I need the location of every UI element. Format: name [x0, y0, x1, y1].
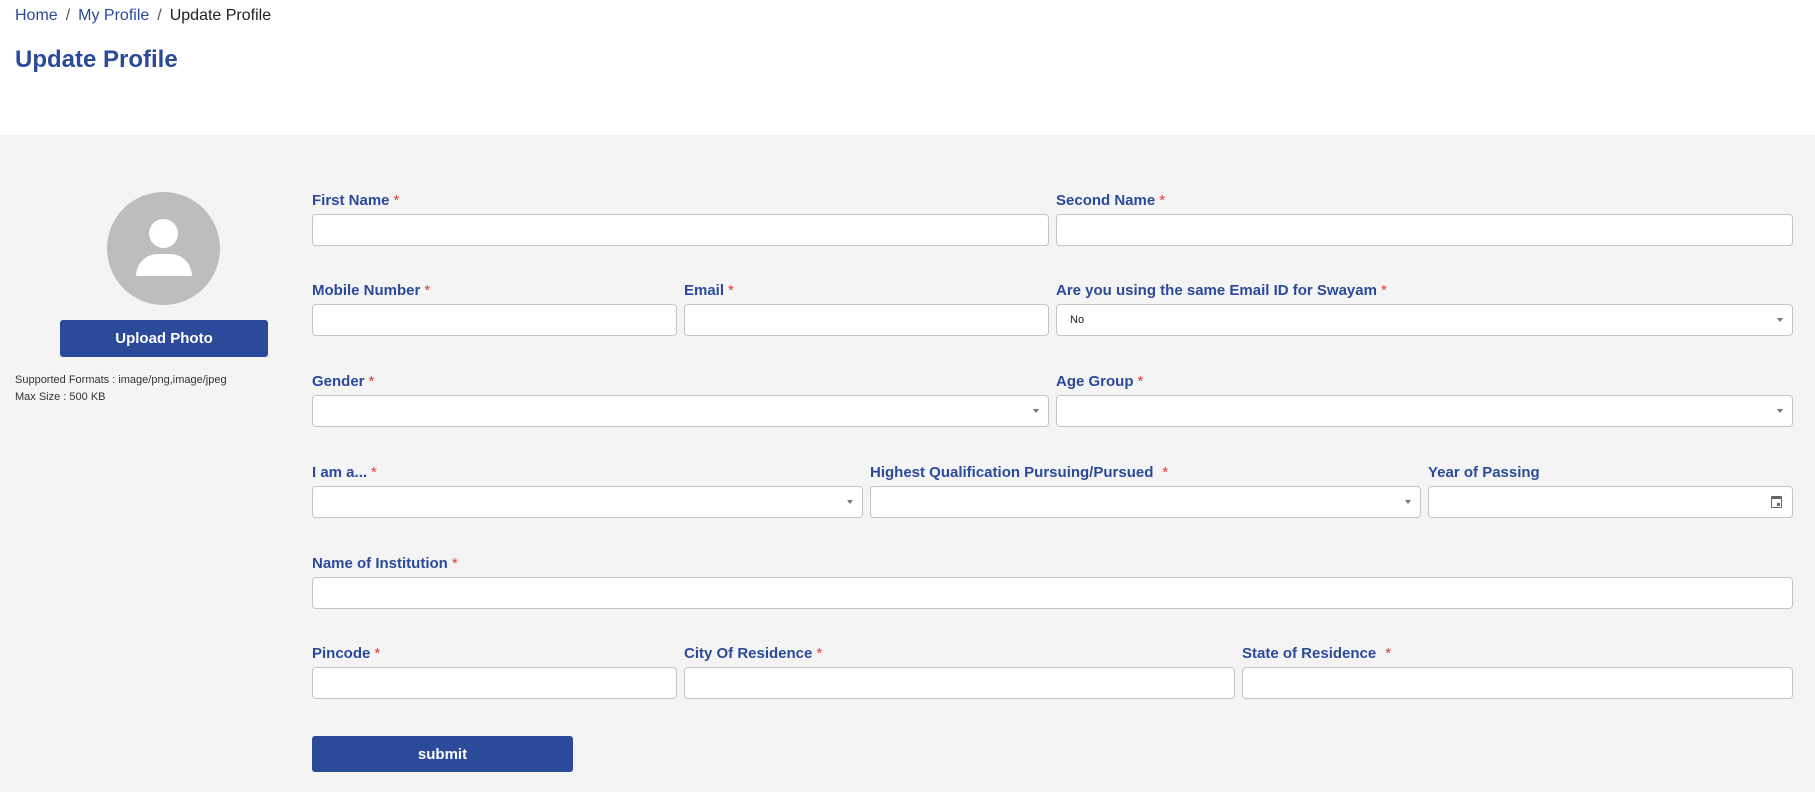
- email-input[interactable]: [684, 304, 1049, 336]
- i-am-a-select[interactable]: [312, 486, 863, 518]
- gender-select[interactable]: [312, 395, 1049, 427]
- year-of-passing-input[interactable]: [1428, 486, 1793, 518]
- upload-photo-button[interactable]: Upload Photo: [60, 320, 268, 357]
- breadcrumb: Home / My Profile / Update Profile: [15, 7, 271, 25]
- age-group-label: Age Group *: [1056, 373, 1144, 390]
- same-email-label: Are you using the same Email ID for Sway…: [1056, 282, 1387, 299]
- header-area: Home / My Profile / Update Profile Updat…: [0, 0, 1815, 135]
- chevron-down-icon: [1405, 500, 1411, 504]
- same-email-selected-value: No: [1070, 314, 1085, 326]
- breadcrumb-current: Update Profile: [169, 7, 272, 24]
- city-input[interactable]: [684, 667, 1235, 699]
- institution-field: Name of Institution *: [312, 555, 1793, 609]
- i-am-a-field: I am a... *: [312, 464, 863, 518]
- mobile-number-field: Mobile Number *: [312, 282, 677, 336]
- chevron-down-icon: [1777, 409, 1783, 413]
- page-title: Update Profile: [15, 46, 178, 73]
- email-field: Email *: [684, 282, 1049, 336]
- city-label: City Of Residence *: [684, 645, 823, 662]
- pincode-input[interactable]: [312, 667, 677, 699]
- gender-label: Gender *: [312, 373, 375, 390]
- qualification-field: Highest Qualification Pursuing/Pursued *: [870, 464, 1421, 518]
- calendar-icon[interactable]: [1771, 496, 1782, 508]
- age-group-select[interactable]: [1056, 395, 1793, 427]
- avatar-placeholder-icon: [107, 192, 220, 305]
- mobile-number-input[interactable]: [312, 304, 677, 336]
- email-label: Email *: [684, 282, 734, 299]
- age-group-field: Age Group *: [1056, 373, 1793, 427]
- submit-button[interactable]: submit: [312, 736, 573, 772]
- state-input[interactable]: [1242, 667, 1793, 699]
- breadcrumb-separator: /: [157, 7, 162, 24]
- mobile-number-label: Mobile Number *: [312, 282, 431, 299]
- first-name-field: First Name *: [312, 192, 1049, 246]
- same-email-select[interactable]: No: [1056, 304, 1793, 336]
- avatar-body: [136, 254, 192, 276]
- city-field: City Of Residence *: [684, 645, 1235, 699]
- pincode-field: Pincode *: [312, 645, 677, 699]
- chevron-down-icon: [1033, 409, 1039, 413]
- qualification-label: Highest Qualification Pursuing/Pursued *: [870, 464, 1169, 481]
- first-name-label: First Name *: [312, 192, 400, 209]
- pincode-label: Pincode *: [312, 645, 381, 662]
- breadcrumb-separator: /: [65, 7, 71, 24]
- i-am-a-label: I am a... *: [312, 464, 377, 481]
- breadcrumb-my-profile-link[interactable]: My Profile: [78, 7, 149, 25]
- year-of-passing-label: Year of Passing: [1428, 464, 1540, 481]
- qualification-select[interactable]: [870, 486, 1421, 518]
- gender-field: Gender *: [312, 373, 1049, 427]
- chevron-down-icon: [1777, 318, 1783, 322]
- first-name-input[interactable]: [312, 214, 1049, 246]
- second-name-field: Second Name *: [1056, 192, 1793, 246]
- max-size-text: Max Size : 500 KB: [15, 391, 106, 403]
- second-name-input[interactable]: [1056, 214, 1793, 246]
- breadcrumb-home-link[interactable]: Home: [15, 7, 58, 25]
- institution-label: Name of Institution *: [312, 555, 458, 572]
- second-name-label: Second Name *: [1056, 192, 1166, 209]
- state-field: State of Residence *: [1242, 645, 1793, 699]
- year-of-passing-field: Year of Passing: [1428, 464, 1793, 518]
- avatar-head: [149, 219, 178, 248]
- same-email-field: Are you using the same Email ID for Sway…: [1056, 282, 1793, 336]
- state-label: State of Residence *: [1242, 645, 1392, 662]
- chevron-down-icon: [847, 500, 853, 504]
- supported-formats-text: Supported Formats : image/png,image/jpeg: [15, 374, 227, 386]
- institution-input[interactable]: [312, 577, 1793, 609]
- upload-info: Supported Formats : image/png,image/jpeg…: [15, 372, 227, 406]
- profile-form-area: Upload Photo Supported Formats : image/p…: [0, 135, 1815, 792]
